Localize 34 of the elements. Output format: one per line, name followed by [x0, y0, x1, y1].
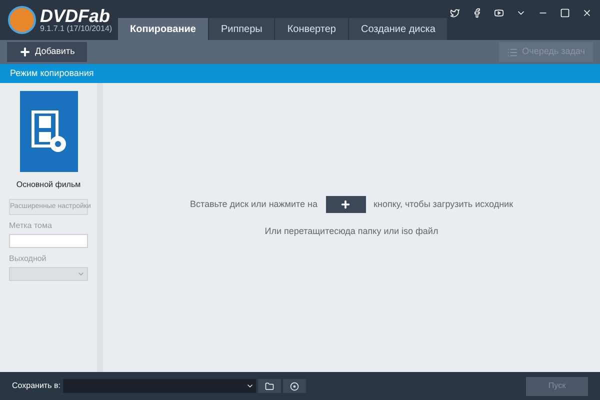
disc-icon: [290, 382, 300, 390]
tab[interactable]: Копирование: [118, 18, 208, 40]
caret-icon: [246, 382, 254, 390]
save-label: Сохранить в:: [12, 380, 60, 392]
logo-icon: [8, 6, 36, 34]
hint-text: кнопку, чтобы загрузить исходник: [374, 198, 514, 211]
mode-label: Основной фильм: [16, 179, 81, 191]
tab[interactable]: Рипперы: [208, 18, 274, 40]
app-version: 9.1.7.1 (17/10/2014): [40, 25, 112, 33]
facebook-icon[interactable]: [472, 8, 482, 18]
main-movie-icon[interactable]: [20, 91, 78, 172]
volume-field[interactable]: [9, 234, 88, 248]
hint-text: Вставьте диск или нажмите на: [190, 198, 318, 211]
twitter-icon[interactable]: [450, 8, 460, 18]
drag-hint: Или перетащитесюда папку или iso файл: [264, 225, 438, 238]
tab[interactable]: Конвертер: [275, 18, 348, 40]
folder-icon: [265, 382, 274, 390]
close-icon[interactable]: [582, 8, 592, 18]
app-name: DVDFab: [40, 7, 110, 25]
plus-icon: [340, 199, 352, 210]
add-button[interactable]: Добавить: [7, 42, 87, 62]
save-path-field[interactable]: [63, 379, 256, 393]
output-label: Выходной: [9, 253, 46, 265]
disc-button[interactable]: [283, 379, 306, 393]
add-source-button[interactable]: [326, 196, 366, 214]
volume-label: Метка тома: [9, 220, 52, 232]
plus-icon: [19, 46, 31, 58]
maximize-icon[interactable]: [560, 8, 570, 18]
tab[interactable]: Создание диска: [348, 18, 448, 40]
caret-icon: [77, 270, 85, 278]
list-icon: [507, 46, 518, 58]
youtube-icon[interactable]: [494, 8, 504, 18]
browse-folder-button[interactable]: [258, 379, 282, 393]
mode-title: Режим копирования: [9, 66, 94, 80]
